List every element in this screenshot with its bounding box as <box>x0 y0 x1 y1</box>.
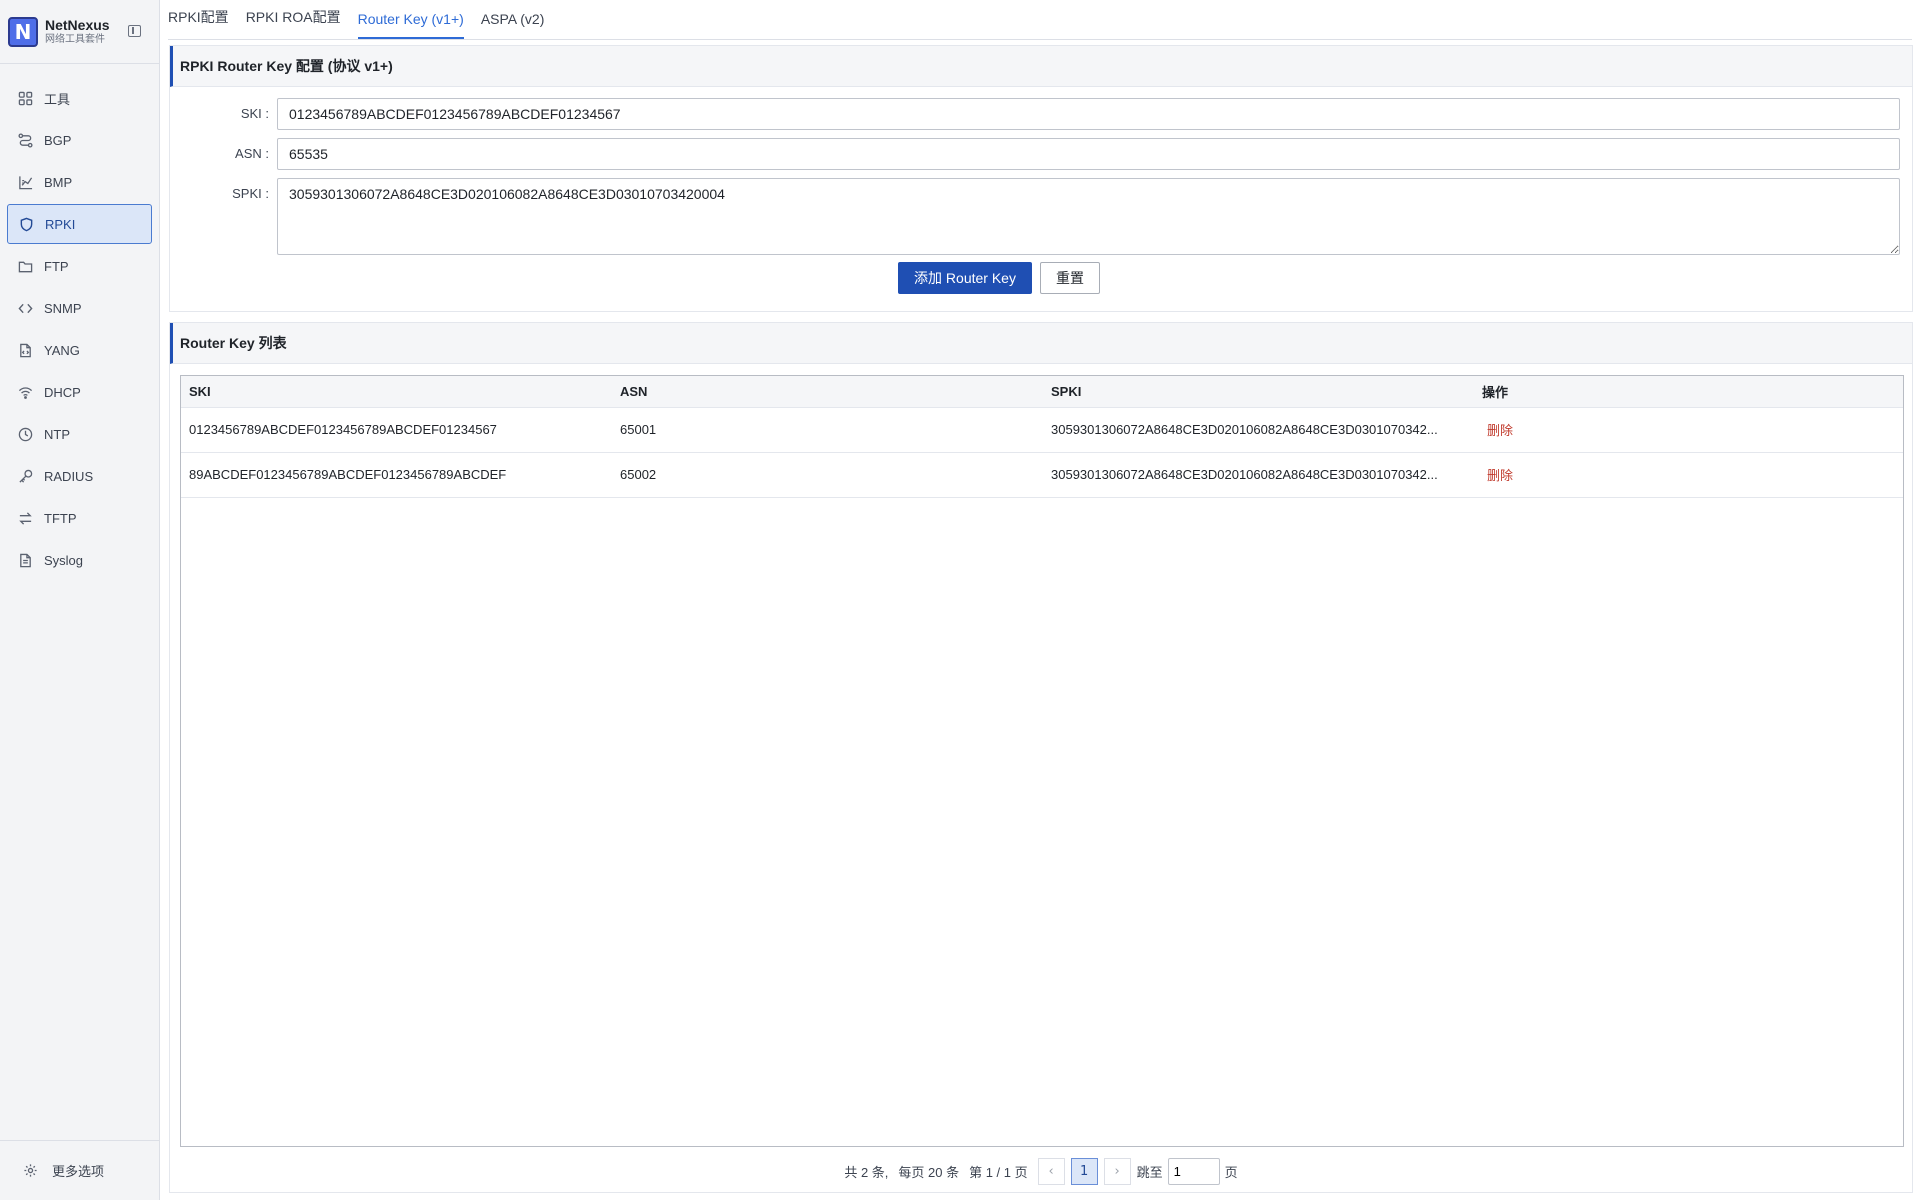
pagination-per-page: 每页 20 条 <box>898 1164 960 1180</box>
table-row: 89ABCDEF0123456789ABCDEF0123456789ABCDEF… <box>181 452 1903 498</box>
router-key-config-card: RPKI Router Key 配置 (协议 v1+) SKI : ASN : … <box>169 45 1913 312</box>
sidebar-item-ntp[interactable]: NTP <box>7 414 152 454</box>
main-content: RPKI配置 RPKI ROA配置 Router Key (v1+) ASPA … <box>160 0 1920 1200</box>
sidebar-item-label: RADIUS <box>44 468 94 484</box>
ski-form-row: SKI : <box>170 98 1900 130</box>
jump-label: 跳至 <box>1136 1164 1163 1180</box>
cell-action: 删除 <box>1474 407 1903 453</box>
more-options-label: 更多选项 <box>52 1164 105 1179</box>
tab-bar: RPKI配置 RPKI ROA配置 Router Key (v1+) ASPA … <box>168 0 1912 40</box>
sidebar-item-tools[interactable]: 工具 <box>7 78 152 118</box>
next-page-button[interactable]: › <box>1103 1157 1131 1185</box>
folder-icon <box>17 258 33 274</box>
sidebar-item-snmp[interactable]: SNMP <box>7 288 152 328</box>
sidebar-item-label: DHCP <box>44 384 81 400</box>
sidebar-item-label: BGP <box>44 132 72 148</box>
table-row: 0123456789ABCDEF0123456789ABCDEF01234567… <box>181 407 1903 453</box>
tab-aspa[interactable]: ASPA (v2) <box>481 11 545 39</box>
add-router-key-button[interactable]: 添加 Router Key <box>898 262 1032 294</box>
tab-router-key[interactable]: Router Key (v1+) <box>357 11 464 39</box>
sidebar-item-radius[interactable]: RADIUS <box>7 456 152 496</box>
column-header-asn: ASN <box>612 376 1043 408</box>
sidebar-item-label: NTP <box>44 426 70 442</box>
sidebar-item-tftp[interactable]: TFTP <box>7 498 152 538</box>
sidebar-collapse-icon[interactable] <box>128 25 141 37</box>
asn-label: ASN : <box>235 146 269 161</box>
page-number-button[interactable]: 1 <box>1070 1157 1098 1185</box>
sidebar-item-label: 工具 <box>44 91 71 107</box>
prev-page-button[interactable]: ‹ <box>1037 1157 1065 1185</box>
brand-subtitle: 网络工具套件 <box>45 34 105 46</box>
sidebar-item-label: BMP <box>44 174 73 190</box>
sidebar-item-label: RPKI <box>45 216 76 232</box>
sidebar-item-rpki[interactable]: RPKI <box>7 204 152 244</box>
table-header-row: SKI ASN SPKI 操作 <box>181 376 1903 408</box>
asn-form-row: ASN : <box>170 138 1900 170</box>
cell-ski: 89ABCDEF0123456789ABCDEF0123456789ABCDEF <box>181 452 612 498</box>
sidebar-item-label: SNMP <box>44 300 82 316</box>
sidebar-nav: 工具 BGP BMP RPKI FTP SNMP YANG DHCP NTP R… <box>0 64 159 580</box>
pagination-page-info: 第 1 / 1 页 <box>969 1164 1028 1180</box>
cell-ski: 0123456789ABCDEF0123456789ABCDEF01234567 <box>181 407 612 453</box>
cell-action: 删除 <box>1474 452 1903 498</box>
ski-input[interactable] <box>277 98 1900 130</box>
jump-page-input[interactable] <box>1167 1157 1220 1185</box>
router-key-table: SKI ASN SPKI 操作 0123456789ABCDEF01234567… <box>180 375 1904 1147</box>
reset-button[interactable]: 重置 <box>1040 262 1100 294</box>
netnexus-logo-icon: N <box>8 16 38 47</box>
sidebar-item-dhcp[interactable]: DHCP <box>7 372 152 412</box>
shield-icon <box>18 216 34 232</box>
sidebar-item-bgp[interactable]: BGP <box>7 120 152 160</box>
sidebar-item-bmp[interactable]: BMP <box>7 162 152 202</box>
brand-text: NetNexus 网络工具套件 <box>45 17 110 47</box>
sidebar-item-yang[interactable]: YANG <box>7 330 152 370</box>
column-header-ski: SKI <box>181 376 612 408</box>
sidebar-item-ftp[interactable]: FTP <box>7 246 152 286</box>
chart-icon <box>17 174 33 190</box>
wifi-icon <box>17 384 33 400</box>
transfer-icon <box>17 510 33 526</box>
sidebar-item-label: TFTP <box>44 510 77 526</box>
pagination: 共 2 条, 每页 20 条 第 1 / 1 页 ‹ 1 › 跳至 页 <box>170 1157 1912 1185</box>
column-header-action: 操作 <box>1474 376 1903 408</box>
tab-rpki-config[interactable]: RPKI配置 <box>168 7 229 39</box>
delete-link[interactable]: 删除 <box>1487 423 1513 438</box>
brand-header: N NetNexus 网络工具套件 <box>0 0 159 64</box>
spki-textarea[interactable]: 3059301306072A8648CE3D020106082A8648CE3D… <box>277 178 1900 255</box>
sidebar-item-label: FTP <box>44 258 69 274</box>
spki-label: SPKI : <box>232 186 269 201</box>
sidebar: N NetNexus 网络工具套件 工具 BGP BMP RPKI FTP SN… <box>0 0 160 1200</box>
grid-icon <box>17 90 33 106</box>
pagination-total: 共 2 条, <box>844 1164 889 1180</box>
key-icon <box>17 468 33 484</box>
cell-asn: 65001 <box>612 407 1043 453</box>
spki-form-row: SPKI : 3059301306072A8648CE3D020106082A8… <box>170 178 1900 255</box>
form-actions: 添加 Router Key 重置 <box>898 262 1100 294</box>
more-options-button[interactable]: 更多选项 <box>0 1140 159 1200</box>
sidebar-item-syslog[interactable]: Syslog <box>7 540 152 580</box>
file-code-icon <box>17 342 33 358</box>
route-icon <box>17 132 33 148</box>
ski-label: SKI : <box>240 106 269 121</box>
page-suffix-label: 页 <box>1224 1164 1238 1180</box>
code-icon <box>17 300 33 316</box>
asn-input[interactable] <box>277 138 1900 170</box>
document-icon <box>17 552 33 568</box>
cell-spki: 3059301306072A8648CE3D020106082A8648CE3D… <box>1043 452 1474 498</box>
cell-asn: 65002 <box>612 452 1043 498</box>
gear-icon <box>22 1163 38 1179</box>
column-header-spki: SPKI <box>1043 376 1474 408</box>
sidebar-item-label: Syslog <box>44 552 84 568</box>
delete-link[interactable]: 删除 <box>1487 468 1513 483</box>
cell-spki: 3059301306072A8648CE3D020106082A8648CE3D… <box>1043 407 1474 453</box>
router-key-list-card: Router Key 列表 SKI ASN SPKI 操作 0123456789… <box>169 322 1913 1193</box>
sidebar-item-label: YANG <box>44 342 80 358</box>
tab-rpki-roa-config[interactable]: RPKI ROA配置 <box>246 7 341 39</box>
config-card-title: RPKI Router Key 配置 (协议 v1+) <box>170 46 1912 87</box>
clock-icon <box>17 426 33 442</box>
brand-name: NetNexus <box>45 16 110 33</box>
list-card-title: Router Key 列表 <box>170 323 1912 364</box>
